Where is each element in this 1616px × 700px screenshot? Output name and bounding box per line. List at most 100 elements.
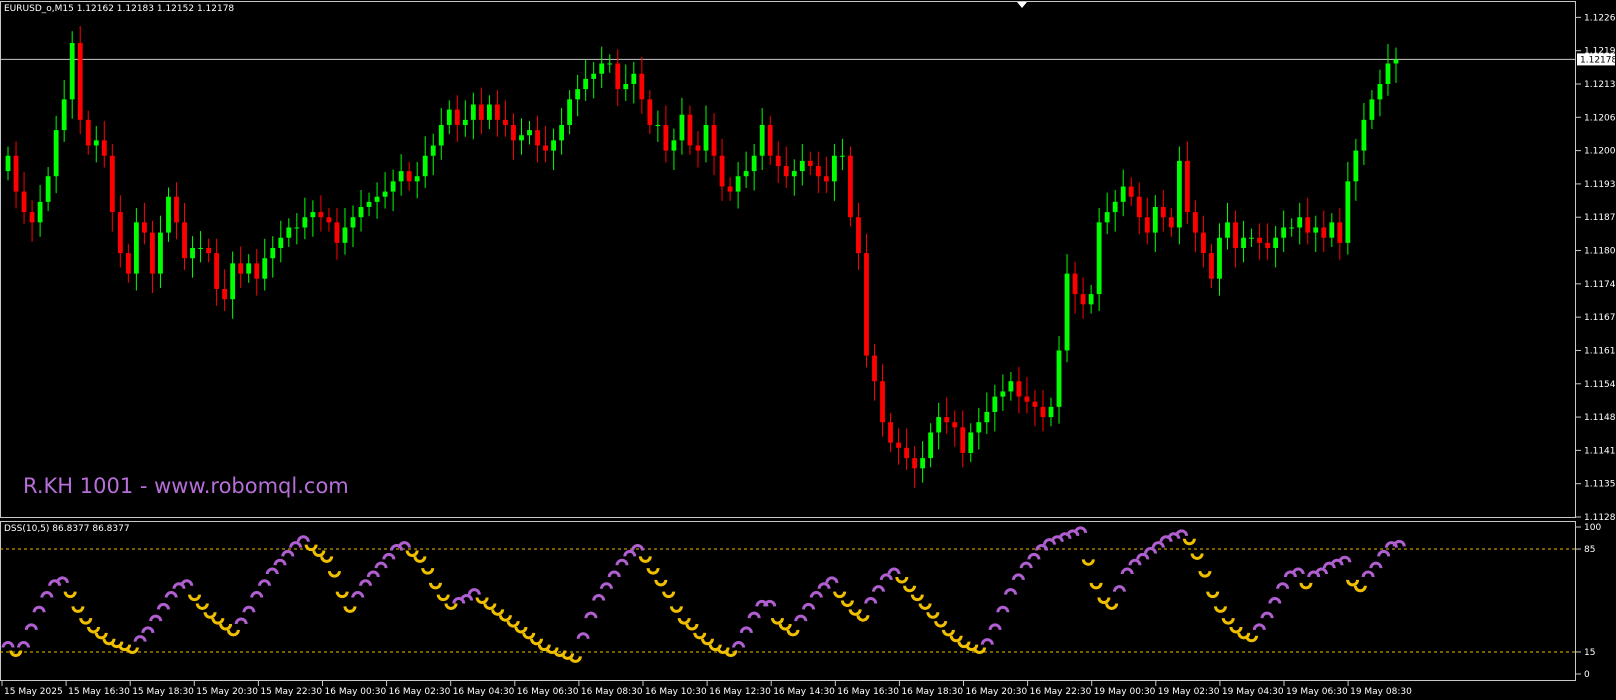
dss-point xyxy=(732,641,746,648)
candle-body xyxy=(751,155,757,172)
dss-point xyxy=(359,579,373,587)
candle-body xyxy=(1385,63,1391,84)
dss-point xyxy=(483,603,497,610)
dss-point xyxy=(1144,547,1158,554)
candle-body xyxy=(495,104,500,120)
dss-point xyxy=(996,605,1010,613)
price-tick-label: 1.11740 xyxy=(1584,280,1616,290)
candle-body xyxy=(478,104,484,120)
dss-point xyxy=(840,600,854,607)
price-tick-label: 1.11935 xyxy=(1584,180,1616,190)
dss-point xyxy=(615,558,629,566)
dss-point xyxy=(926,612,940,619)
dss-point xyxy=(17,641,31,648)
dss-point xyxy=(304,544,318,552)
dss-point xyxy=(980,638,994,645)
dss-point xyxy=(506,620,520,628)
candle-body xyxy=(37,201,43,223)
dss-point xyxy=(265,567,279,575)
candle-body xyxy=(1217,237,1222,279)
candle-body xyxy=(928,432,934,459)
dss-point xyxy=(9,650,23,657)
candle-body xyxy=(831,155,837,182)
dss-point xyxy=(1369,561,1383,569)
dss-point xyxy=(1260,611,1274,619)
dss-point xyxy=(817,582,831,589)
dss-point xyxy=(1346,579,1360,587)
candle-body xyxy=(655,124,661,126)
candle-body xyxy=(1313,227,1319,233)
price-tick-label: 1.11805 xyxy=(1584,247,1616,257)
dss-point xyxy=(685,623,699,631)
dss-point xyxy=(1392,539,1406,547)
candle-body xyxy=(1120,186,1126,202)
candle-body xyxy=(206,247,211,254)
candle-body xyxy=(1225,222,1230,238)
dss-point xyxy=(55,576,69,584)
candle-body xyxy=(1176,160,1182,228)
dss-point xyxy=(32,605,46,613)
candle-body xyxy=(783,165,789,177)
candle-body xyxy=(1393,59,1399,64)
dss-point xyxy=(1004,588,1018,595)
candle-body xyxy=(535,130,540,146)
candle-body xyxy=(254,263,260,279)
candle-body xyxy=(888,422,893,443)
candle-body xyxy=(45,176,51,202)
candle-body xyxy=(182,222,187,259)
dss-point xyxy=(428,582,442,590)
dss-point xyxy=(693,632,707,640)
candle-body xyxy=(406,171,412,182)
dss-point xyxy=(203,612,217,619)
dss-point xyxy=(320,556,334,563)
dss-point xyxy=(498,614,512,622)
dss-point xyxy=(599,582,613,589)
dss-point xyxy=(623,549,637,557)
candle-body xyxy=(607,63,613,65)
candle-body xyxy=(158,232,163,274)
dss-point xyxy=(421,567,435,575)
candle-body xyxy=(278,237,284,248)
dss-point xyxy=(1011,573,1025,581)
candle-body xyxy=(799,160,805,172)
dss-point xyxy=(1377,549,1391,557)
dss-point xyxy=(226,629,240,637)
dss-point xyxy=(312,550,326,557)
candle-body xyxy=(719,155,725,187)
candle-body xyxy=(1257,237,1263,243)
dss-point xyxy=(1198,570,1212,578)
candle-body xyxy=(591,73,597,79)
dss-point xyxy=(1245,635,1259,643)
price-tick-label: 1.12260 xyxy=(1584,13,1616,23)
dss-point xyxy=(887,567,901,575)
candle-body xyxy=(1008,381,1014,392)
candle-body xyxy=(527,130,532,136)
time-tick-label: 16 May 18:30 xyxy=(901,687,963,697)
dss-point xyxy=(584,611,598,619)
dss-point xyxy=(234,617,248,625)
dss-point xyxy=(1151,541,1165,548)
dss-point xyxy=(71,606,85,613)
dss-point xyxy=(879,573,893,581)
candle-body xyxy=(334,222,340,243)
dss-point xyxy=(1361,570,1375,578)
price-tick-label: 1.12065 xyxy=(1584,113,1616,123)
dss-point xyxy=(794,614,808,622)
candle-body xyxy=(711,124,717,156)
candle-body xyxy=(1096,222,1102,295)
dss-point xyxy=(778,623,792,631)
candle-body xyxy=(166,196,171,233)
candle-body xyxy=(663,124,669,151)
time-tick-label: 16 May 02:30 xyxy=(389,687,451,697)
candle-body xyxy=(77,42,83,120)
candle-body xyxy=(647,99,653,125)
chart-svg: 1.122601.121951.121301.120651.120001.119… xyxy=(0,2,1616,697)
time-tick-label: 16 May 00:30 xyxy=(325,687,387,697)
candle-body xyxy=(214,253,220,289)
dss-point xyxy=(397,541,411,548)
dss-point xyxy=(895,576,909,584)
dss-point xyxy=(638,556,652,563)
dss-point xyxy=(444,603,458,610)
dss-point xyxy=(1229,626,1243,634)
dss-point xyxy=(156,602,170,610)
